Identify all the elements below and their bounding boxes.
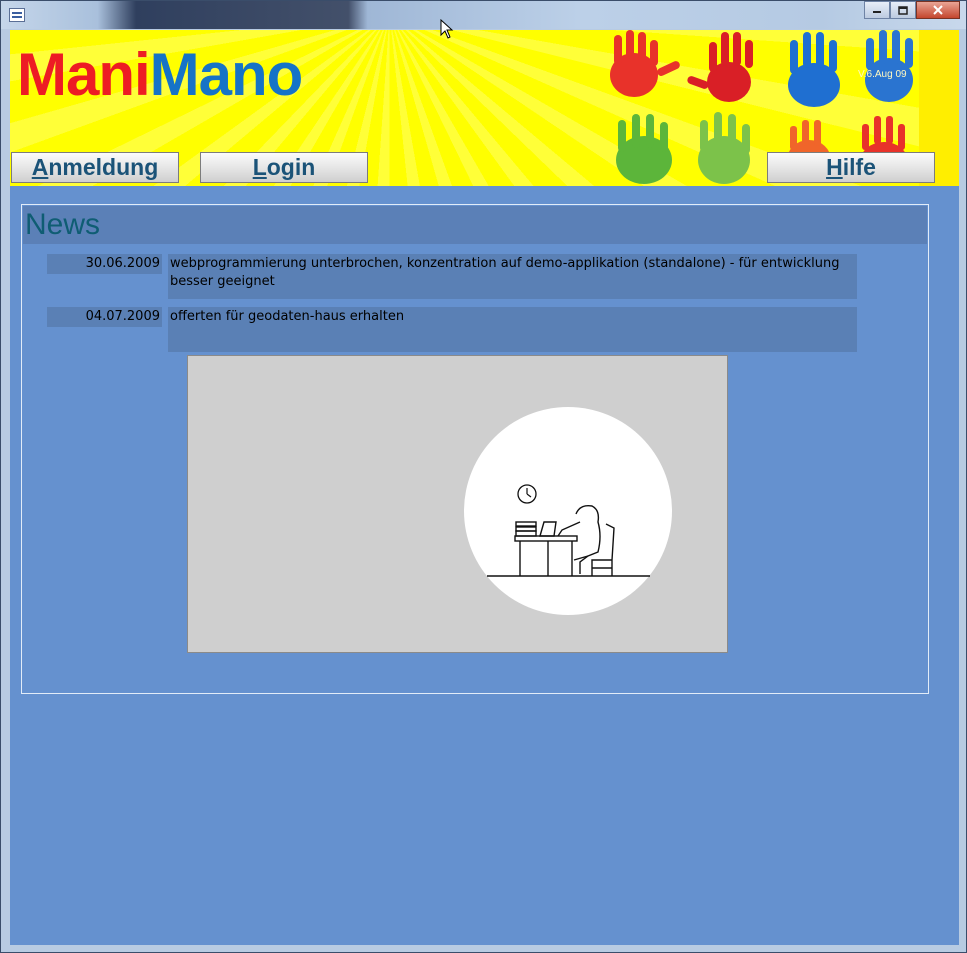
news-text[interactable]: offerten für geodaten-haus erhalten [168,307,857,352]
maximize-icon [898,5,908,15]
hand-blue-1 [788,32,840,107]
window-controls [864,1,960,21]
app-logo: ManiMano [17,41,304,108]
app-icon[interactable] [9,8,25,22]
mouse-cursor-icon [440,19,454,39]
logo-mani: Mani [17,41,151,108]
news-date[interactable]: 04.07.2009 [47,307,162,327]
header-banner: ManiMano V.6.Aug 09 Anmeldung Login Hilf… [10,30,959,186]
close-button[interactable] [916,1,960,19]
login-label: ogin [266,154,316,180]
maximize-button[interactable] [890,1,916,19]
hand-green-1 [616,114,672,184]
animation-frame [187,355,728,653]
login-accel: L [252,154,267,180]
login-button[interactable]: Login [200,152,368,183]
close-icon [933,5,943,15]
hilfe-label: ilfe [842,154,876,180]
working-person-animation [464,407,672,615]
hilfe-accel: H [826,154,843,180]
news-date[interactable]: 30.06.2009 [47,254,162,274]
hand-blue-2 [865,30,913,102]
anmeldung-accel: A [31,154,49,180]
title-bar[interactable] [1,1,966,29]
app-window: ManiMano V.6.Aug 09 Anmeldung Login Hilf… [0,0,967,953]
news-title: News [25,208,101,241]
logo-mano: Mano [149,41,304,108]
hand-red-2 [687,32,753,102]
anmeldung-label: nmeldung [48,154,159,180]
hand-green-2 [698,112,750,184]
version-label: V.6.Aug 09 [858,69,907,80]
anmeldung-button[interactable]: Anmeldung [11,152,179,183]
minimize-icon [873,11,881,13]
minimize-button[interactable] [864,1,890,19]
hand-red-1 [610,30,680,97]
news-text[interactable]: webprogrammierung unterbrochen, konzentr… [168,254,857,299]
form-area: ManiMano V.6.Aug 09 Anmeldung Login Hilf… [10,30,959,945]
news-panel: News 30.06.2009 webprogrammierung unterb… [21,204,929,694]
news-header: News [23,206,927,244]
hilfe-button[interactable]: Hilfe [767,152,935,183]
